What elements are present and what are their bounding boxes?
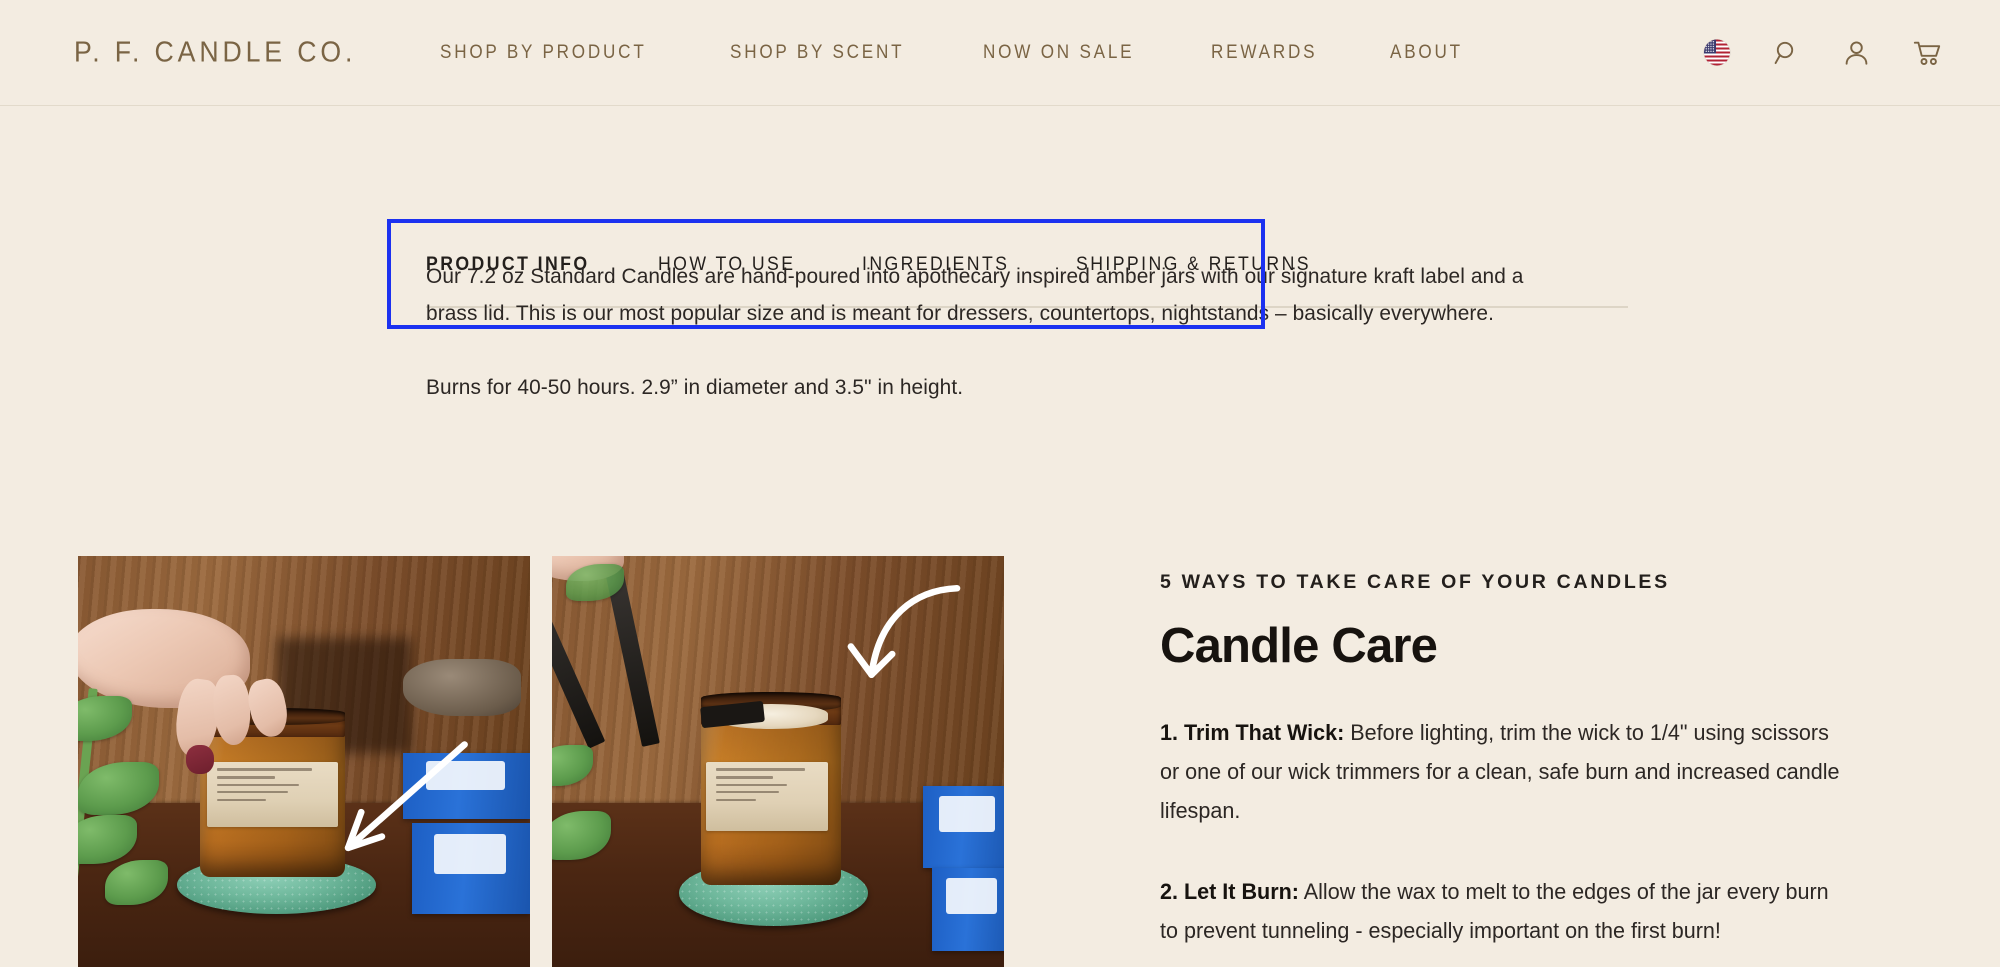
site-header: P. F. CANDLE CO. SHOP BY PRODUCT SHOP BY…	[0, 0, 2000, 106]
account-icon[interactable]	[1843, 39, 1870, 66]
nav-rewards[interactable]: REWARDS	[1211, 42, 1317, 64]
care-item-2-lead: 2. Let It Burn:	[1160, 879, 1299, 904]
care-item-1: 1. Trim That Wick: Before lighting, trim…	[1160, 713, 1846, 830]
annotation-arrow	[344, 741, 468, 851]
us-flag-icon[interactable]	[1704, 39, 1730, 66]
product-tabs-section: PRODUCT INFO HOW TO USE INGREDIENTS SHIP…	[0, 106, 2000, 329]
photo-trimming-wick[interactable]	[552, 556, 1004, 967]
annotation-arrow	[847, 584, 961, 678]
blue-box-lower	[931, 868, 1004, 951]
care-item-1-lead: 1. Trim That Wick:	[1160, 720, 1345, 745]
nav-shop-by-product[interactable]: SHOP BY PRODUCT	[440, 42, 647, 64]
product-info-paragraph-2: Burns for 40-50 hours. 2.9” in diameter …	[426, 375, 964, 399]
nav-about[interactable]: ABOUT	[1390, 42, 1463, 64]
product-info-panel: Our 7.2 oz Standard Candles are hand-pou…	[426, 258, 1566, 406]
care-eyebrow: 5 WAYS TO TAKE CARE OF YOUR CANDLES	[1160, 571, 1670, 593]
candle-label	[705, 761, 828, 832]
brand-logo[interactable]: P. F. CANDLE CO.	[74, 36, 356, 69]
blue-box-upper	[922, 786, 1004, 869]
cart-icon[interactable]	[1913, 39, 1942, 66]
photo-hand-removing-lid[interactable]	[78, 556, 530, 967]
header-icon-group	[1704, 39, 1942, 66]
search-icon[interactable]	[1773, 39, 1800, 66]
care-item-2: 2. Let It Burn: Allow the wax to melt to…	[1160, 872, 1846, 950]
nav-shop-by-scent[interactable]: SHOP BY SCENT	[730, 42, 904, 64]
product-info-paragraph-1: Our 7.2 oz Standard Candles are hand-pou…	[426, 264, 1524, 325]
fingernail	[186, 745, 214, 774]
care-text-column: 5 WAYS TO TAKE CARE OF YOUR CANDLES Cand…	[1160, 556, 1860, 950]
candle-label	[206, 761, 338, 828]
candle-care-section: 5 WAYS TO TAKE CARE OF YOUR CANDLES Cand…	[0, 556, 2000, 967]
nav-now-on-sale[interactable]: NOW ON SALE	[983, 42, 1134, 64]
stone-object	[403, 658, 521, 717]
main-navigation: SHOP BY PRODUCT SHOP BY SCENT NOW ON SAL…	[440, 42, 1471, 64]
care-title: Candle Care	[1160, 619, 1438, 673]
care-photo-grid	[78, 556, 1004, 967]
